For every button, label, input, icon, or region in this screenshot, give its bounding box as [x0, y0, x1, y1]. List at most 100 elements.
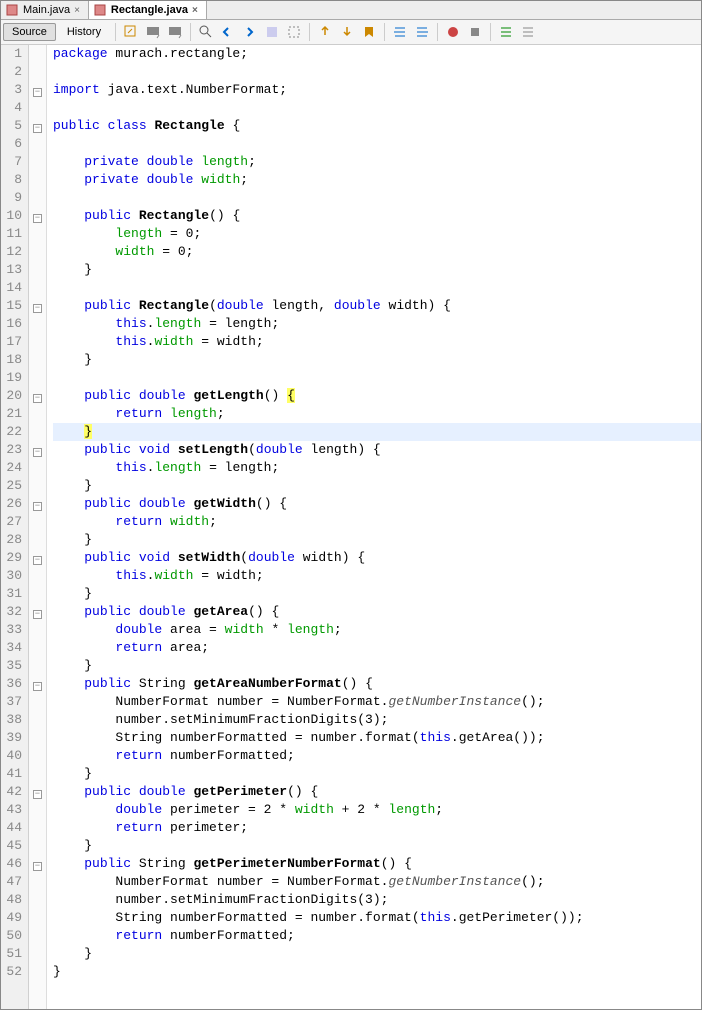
code-line[interactable]: public class Rectangle { [53, 117, 701, 135]
code-line[interactable]: } [53, 261, 701, 279]
code-line[interactable]: } [53, 585, 701, 603]
code-line[interactable]: public Rectangle(double length, double w… [53, 297, 701, 315]
code-line[interactable] [53, 135, 701, 153]
code-line[interactable]: double perimeter = 2 * width + 2 * lengt… [53, 801, 701, 819]
next-bookmark-icon[interactable] [337, 22, 357, 42]
shift-right-icon[interactable] [412, 22, 432, 42]
shift-left-icon[interactable] [390, 22, 410, 42]
code-area[interactable]: package murach.rectangle; import java.tex… [47, 45, 701, 1009]
start-macro-icon[interactable] [443, 22, 463, 42]
fold-gutter-cell[interactable]: − [29, 855, 46, 873]
fold-minus-icon[interactable]: − [33, 682, 42, 691]
code-line[interactable] [53, 369, 701, 387]
code-line[interactable]: String numberFormatted = number.format(t… [53, 909, 701, 927]
history-view-button[interactable]: History [58, 23, 110, 41]
previous-bookmark-icon[interactable] [315, 22, 335, 42]
close-icon[interactable]: × [74, 5, 80, 16]
tab-main-java[interactable]: Main.java × [1, 1, 89, 19]
code-line[interactable]: private double length; [53, 153, 701, 171]
fold-minus-icon[interactable]: − [33, 124, 42, 133]
code-line[interactable]: public void setWidth(double width) { [53, 549, 701, 567]
code-line[interactable] [53, 279, 701, 297]
back-icon[interactable] [143, 22, 163, 42]
code-line[interactable]: this.width = width; [53, 333, 701, 351]
code-line[interactable]: } [53, 945, 701, 963]
close-icon[interactable]: × [192, 5, 198, 16]
code-line[interactable] [53, 63, 701, 81]
fold-gutter-cell[interactable]: − [29, 603, 46, 621]
code-line[interactable]: NumberFormat number = NumberFormat.getNu… [53, 873, 701, 891]
find-selection-icon[interactable] [196, 22, 216, 42]
toggle-rectangular-icon[interactable] [284, 22, 304, 42]
fold-minus-icon[interactable]: − [33, 394, 42, 403]
code-line[interactable]: this.length = length; [53, 459, 701, 477]
code-line[interactable]: public void setLength(double length) { [53, 441, 701, 459]
code-line[interactable]: return numberFormatted; [53, 747, 701, 765]
code-line[interactable]: } [53, 423, 701, 441]
code-line[interactable]: public double getLength() { [53, 387, 701, 405]
code-line[interactable]: return width; [53, 513, 701, 531]
code-line[interactable]: public String getPerimeterNumberFormat()… [53, 855, 701, 873]
code-line[interactable]: public double getPerimeter() { [53, 783, 701, 801]
fold-gutter-cell[interactable]: − [29, 549, 46, 567]
code-line[interactable]: public String getAreaNumberFormat() { [53, 675, 701, 693]
code-line[interactable]: private double width; [53, 171, 701, 189]
fold-minus-icon[interactable]: − [33, 556, 42, 565]
code-line[interactable]: return perimeter; [53, 819, 701, 837]
code-line[interactable]: return numberFormatted; [53, 927, 701, 945]
code-line[interactable]: length = 0; [53, 225, 701, 243]
code-line[interactable]: public double getWidth() { [53, 495, 701, 513]
fold-gutter-cell[interactable]: − [29, 495, 46, 513]
code-line[interactable]: String numberFormatted = number.format(t… [53, 729, 701, 747]
tab-rectangle-java[interactable]: Rectangle.java × [89, 1, 207, 19]
source-view-button[interactable]: Source [3, 23, 56, 41]
code-line[interactable]: package murach.rectangle; [53, 45, 701, 63]
code-line[interactable]: NumberFormat number = NumberFormat.getNu… [53, 693, 701, 711]
code-line[interactable]: number.setMinimumFractionDigits(3); [53, 891, 701, 909]
code-line[interactable] [53, 189, 701, 207]
fold-gutter-cell[interactable]: − [29, 81, 46, 99]
code-line[interactable]: } [53, 657, 701, 675]
code-line[interactable]: this.length = length; [53, 315, 701, 333]
code-line[interactable] [53, 99, 701, 117]
code-line[interactable]: } [53, 765, 701, 783]
comment-icon[interactable] [496, 22, 516, 42]
code-editor[interactable]: 1234567891011121314151617181920212223242… [1, 45, 701, 1009]
toggle-highlight-icon[interactable] [262, 22, 282, 42]
code-line[interactable]: } [53, 837, 701, 855]
fold-gutter-cell[interactable]: − [29, 117, 46, 135]
find-next-icon[interactable] [240, 22, 260, 42]
fold-gutter-cell[interactable]: − [29, 783, 46, 801]
code-line[interactable]: return length; [53, 405, 701, 423]
toggle-bookmark-icon[interactable] [359, 22, 379, 42]
fold-minus-icon[interactable]: − [33, 862, 42, 871]
code-line[interactable]: } [53, 963, 701, 981]
code-line[interactable]: number.setMinimumFractionDigits(3); [53, 711, 701, 729]
last-edit-icon[interactable] [121, 22, 141, 42]
code-line[interactable]: } [53, 531, 701, 549]
code-line[interactable]: } [53, 351, 701, 369]
code-line[interactable]: return area; [53, 639, 701, 657]
fold-gutter-cell[interactable]: − [29, 207, 46, 225]
code-line[interactable]: import java.text.NumberFormat; [53, 81, 701, 99]
fold-gutter-cell[interactable]: − [29, 387, 46, 405]
find-previous-icon[interactable] [218, 22, 238, 42]
uncomment-icon[interactable] [518, 22, 538, 42]
fold-minus-icon[interactable]: − [33, 88, 42, 97]
code-line[interactable]: double area = width * length; [53, 621, 701, 639]
fold-gutter-cell[interactable]: − [29, 675, 46, 693]
fold-minus-icon[interactable]: − [33, 502, 42, 511]
fold-minus-icon[interactable]: − [33, 610, 42, 619]
stop-macro-icon[interactable] [465, 22, 485, 42]
forward-icon[interactable] [165, 22, 185, 42]
code-line[interactable]: width = 0; [53, 243, 701, 261]
fold-gutter-cell[interactable]: − [29, 441, 46, 459]
code-line[interactable]: this.width = width; [53, 567, 701, 585]
code-line[interactable]: public double getArea() { [53, 603, 701, 621]
fold-minus-icon[interactable]: − [33, 448, 42, 457]
code-line[interactable]: } [53, 477, 701, 495]
fold-minus-icon[interactable]: − [33, 304, 42, 313]
fold-gutter-cell[interactable]: − [29, 297, 46, 315]
fold-minus-icon[interactable]: − [33, 790, 42, 799]
fold-minus-icon[interactable]: − [33, 214, 42, 223]
